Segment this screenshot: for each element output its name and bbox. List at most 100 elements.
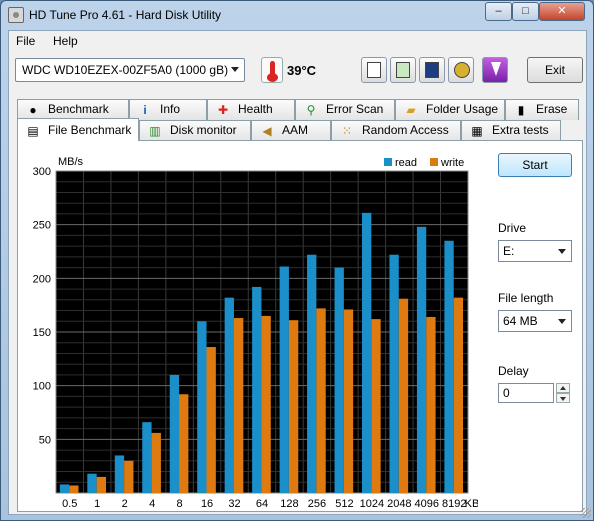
minimize-button[interactable]: – [485,2,512,21]
bar-write [288,320,299,493]
bar-write [69,485,79,493]
error-scan-icon: ⚲ [306,103,316,117]
bar-write [426,316,436,493]
bar-write [96,476,106,493]
drive-select-value: WDC WD10EZEX-00ZF5A0 (1000 gB) [22,63,229,77]
exit-button[interactable]: Exit [527,57,583,83]
x-tick-label: 2048 [387,498,411,510]
bar-read [444,240,454,493]
erase-icon: ▮ [517,103,525,117]
benchmark-chart: 50 100 150 200 250 300 MB/s 0.5 1 2 4 8 16 32 64 128 256… [18,141,480,513]
bar-write [453,297,464,493]
x-tick-label: 1024 [360,498,384,510]
maximize-button[interactable]: □ [512,2,539,21]
chevron-down-icon [231,67,239,72]
tab-file-benchmark[interactable]: ▤ File Benchmark [17,118,139,141]
legend-label-read: read [395,157,417,169]
tab-error-scan[interactable]: ⚲ Error Scan [295,99,395,120]
bar-read [142,422,152,493]
thermometer-icon [261,57,283,83]
drive-label: Drive [498,221,527,235]
bar-write [179,394,189,493]
x-tick-label: 512 [335,498,353,510]
options-icon [454,62,470,78]
y-tick-label: 300 [33,166,51,178]
menu-bar: File Help [9,31,586,51]
y-axis-label: MB/s [58,156,84,168]
save-icon [425,62,439,78]
bar-read [87,473,97,493]
resize-grip[interactable] [581,508,591,518]
drive-select[interactable]: WDC WD10EZEX-00ZF5A0 (1000 gB) [15,58,245,82]
tab-info[interactable]: i Info [129,99,207,120]
tab-folder-usage[interactable]: ▰ Folder Usage [395,99,505,120]
spin-down-icon[interactable] [556,393,570,403]
tabs-row-1: ● Benchmark i Info ✚ Health ⚲ Error Scan… [17,99,579,120]
file-benchmark-panel: 50 100 150 200 250 300 MB/s 0.5 1 2 4 8 16 32 64 128 256… [17,140,583,512]
y-tick-label: 250 [33,220,51,232]
copy-screenshot-button[interactable] [390,57,416,83]
options-button[interactable] [448,57,474,83]
bar-read [334,267,344,493]
health-icon: ✚ [217,103,229,117]
close-button[interactable]: ✕ [539,2,585,21]
delay-input[interactable]: 0 [498,383,554,403]
bar-read [197,321,207,493]
bar-write [151,432,161,493]
spin-up-icon[interactable] [556,383,570,393]
temperature-readout: 39°C [287,63,317,78]
benchmark-icon: ● [29,103,37,117]
file-length-combo[interactable]: 64 MB [498,310,572,332]
app-icon [8,7,24,23]
tab-extra-tests[interactable]: ▦ Extra tests [461,120,561,141]
x-tick-label: 32 [228,498,240,510]
drive-combo-value: E: [503,244,515,258]
download-icon [491,62,501,76]
bar-read [307,254,317,493]
tab-benchmark[interactable]: ● Benchmark [17,99,129,120]
bar-write [371,319,381,493]
start-button[interactable]: Start [498,153,572,177]
chevron-down-icon [558,249,566,254]
menu-help[interactable]: Help [53,34,78,48]
tab-aam[interactable]: ◀ AAM [251,120,331,141]
toolbar: WDC WD10EZEX-00ZF5A0 (1000 gB) 39°C Exit [9,53,586,93]
legend-swatch-read [384,158,392,166]
bar-read [389,254,399,493]
tab-disk-monitor[interactable]: ▥ Disk monitor [139,120,251,141]
x-tick-label: 64 [256,498,268,510]
file-benchmark-icon: ▤ [27,124,39,138]
legend-label-write: write [440,157,464,169]
tab-random-access[interactable]: ⁙ Random Access [331,120,461,141]
y-tick-label: 150 [33,327,51,339]
bar-write [124,460,134,493]
folder-icon: ▰ [406,103,416,117]
x-axis-unit-label: KB [465,498,478,510]
bar-write [343,309,354,493]
x-tick-label: 1 [94,498,100,510]
title-bar[interactable]: HD Tune Pro 4.61 - Hard Disk Utility – □… [1,1,593,29]
tab-health[interactable]: ✚ Health [207,99,295,120]
y-tick-label: 50 [39,434,51,446]
app-window: HD Tune Pro 4.61 - Hard Disk Utility – □… [0,0,594,521]
menu-file[interactable]: File [16,34,35,48]
bar-read [361,212,372,494]
drive-combo[interactable]: E: [498,240,572,262]
side-controls: Start Drive E: File length 64 MB Delay 0 [490,141,584,513]
x-tick-label: 8 [177,498,183,510]
window-title: HD Tune Pro 4.61 - Hard Disk Utility [29,8,222,22]
save-button[interactable] [419,57,445,83]
bar-read [252,286,262,493]
random-access-icon: ⁙ [341,124,353,138]
bar-read [169,374,180,493]
bar-read [114,455,125,493]
file-length-combo-value: 64 MB [503,314,538,328]
download-button[interactable] [482,57,508,83]
copy-info-button[interactable] [361,57,387,83]
file-length-label: File length [498,291,554,305]
delay-label: Delay [498,364,529,378]
tab-erase[interactable]: ▮ Erase [505,99,579,120]
chevron-down-icon [558,319,566,324]
copy-screenshot-icon [396,62,410,78]
extra-tests-icon: ▦ [471,124,483,138]
